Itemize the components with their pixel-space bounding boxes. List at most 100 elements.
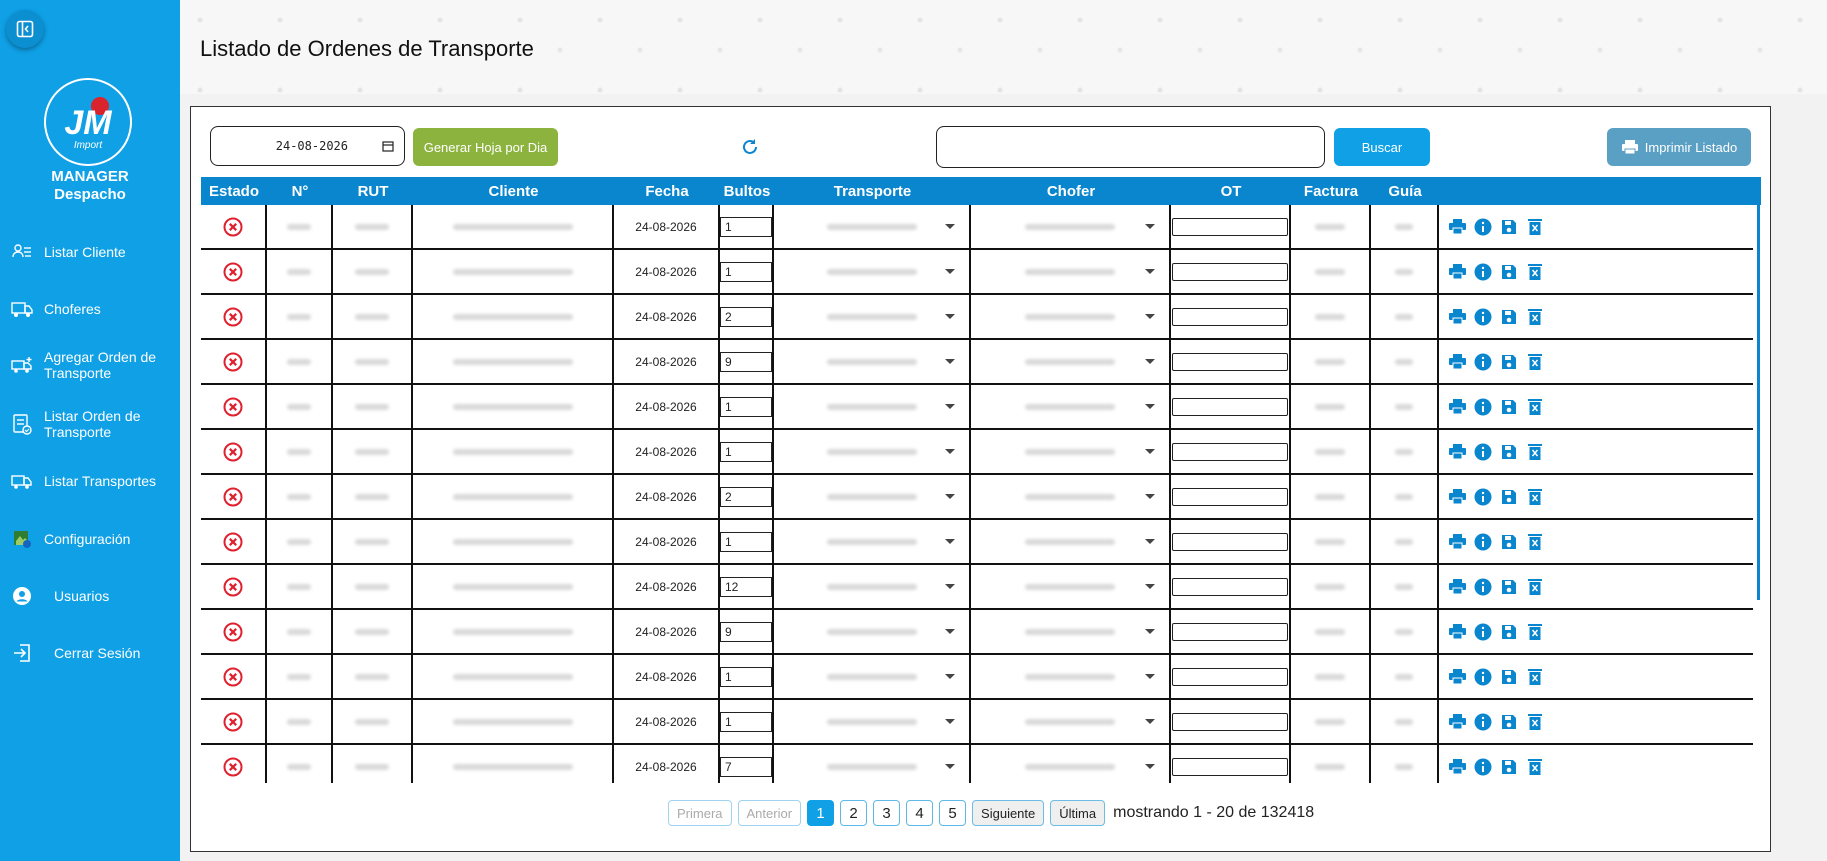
save-icon[interactable] (1500, 667, 1519, 686)
print-row-icon[interactable] (1448, 532, 1467, 551)
bultos-input[interactable]: 2 (720, 306, 772, 327)
bultos-input[interactable]: 12 (720, 576, 772, 597)
status-error-icon[interactable] (223, 712, 243, 732)
delete-icon[interactable] (1526, 667, 1545, 686)
transporte-select[interactable] (774, 430, 971, 473)
transporte-select[interactable] (774, 250, 971, 293)
print-row-icon[interactable] (1448, 487, 1467, 506)
delete-icon[interactable] (1526, 352, 1545, 371)
status-error-icon[interactable] (223, 622, 243, 642)
sidebar-item-listar-orden[interactable]: Listar Orden de Transporte (0, 402, 180, 446)
status-error-icon[interactable] (223, 307, 243, 327)
delete-icon[interactable] (1526, 487, 1545, 506)
ot-input[interactable] (1172, 667, 1288, 686)
bultos-input[interactable]: 1 (720, 396, 772, 417)
search-button[interactable]: Buscar (1334, 128, 1430, 166)
transporte-select[interactable] (774, 565, 971, 608)
print-row-icon[interactable] (1448, 577, 1467, 596)
info-icon[interactable] (1474, 532, 1493, 551)
transporte-select[interactable] (774, 610, 971, 653)
generate-day-sheet-button[interactable]: Generar Hoja por Dia (413, 128, 558, 166)
sidebar-item-listar-cliente[interactable]: Listar Cliente (0, 230, 180, 274)
ot-input[interactable] (1172, 352, 1288, 371)
transporte-select[interactable] (774, 655, 971, 698)
bultos-input[interactable]: 2 (720, 486, 772, 507)
bultos-input[interactable]: 7 (720, 756, 772, 777)
bultos-input[interactable]: 1 (720, 261, 772, 282)
save-icon[interactable] (1500, 532, 1519, 551)
chofer-select[interactable] (971, 205, 1171, 248)
page-button-4[interactable]: 4 (906, 800, 934, 826)
delete-icon[interactable] (1526, 712, 1545, 731)
info-icon[interactable] (1474, 487, 1493, 506)
first-page-button[interactable]: Primera (668, 800, 732, 826)
sidebar-toggle-button[interactable] (6, 10, 44, 48)
delete-icon[interactable] (1526, 532, 1545, 551)
chofer-select[interactable] (971, 430, 1171, 473)
bultos-input[interactable]: 1 (720, 441, 772, 462)
print-row-icon[interactable] (1448, 667, 1467, 686)
page-button-5[interactable]: 5 (939, 800, 967, 826)
save-icon[interactable] (1500, 442, 1519, 461)
info-icon[interactable] (1474, 577, 1493, 596)
ot-input[interactable] (1172, 532, 1288, 551)
status-error-icon[interactable] (223, 442, 243, 462)
transporte-select[interactable] (774, 340, 971, 383)
print-row-icon[interactable] (1448, 262, 1467, 281)
info-icon[interactable] (1474, 262, 1493, 281)
table-scrollbar[interactable] (1757, 205, 1760, 600)
save-icon[interactable] (1500, 352, 1519, 371)
status-error-icon[interactable] (223, 262, 243, 282)
chofer-select[interactable] (971, 475, 1171, 518)
ot-input[interactable] (1172, 262, 1288, 281)
chofer-select[interactable] (971, 385, 1171, 428)
print-row-icon[interactable] (1448, 307, 1467, 326)
delete-icon[interactable] (1526, 757, 1545, 776)
status-error-icon[interactable] (223, 487, 243, 507)
save-icon[interactable] (1500, 577, 1519, 596)
status-error-icon[interactable] (223, 397, 243, 417)
print-row-icon[interactable] (1448, 442, 1467, 461)
print-row-icon[interactable] (1448, 757, 1467, 776)
sidebar-item-usuarios[interactable]: Usuarios (0, 574, 180, 618)
sidebar-item-listar-transportes[interactable]: Listar Transportes (0, 459, 180, 503)
info-icon[interactable] (1474, 712, 1493, 731)
bultos-input[interactable]: 1 (720, 666, 772, 687)
chofer-select[interactable] (971, 340, 1171, 383)
search-input[interactable] (936, 126, 1325, 168)
ot-input[interactable] (1172, 397, 1288, 416)
chofer-select[interactable] (971, 295, 1171, 338)
save-icon[interactable] (1500, 217, 1519, 236)
delete-icon[interactable] (1526, 262, 1545, 281)
last-page-button[interactable]: Última (1050, 800, 1106, 826)
ot-input[interactable] (1172, 622, 1288, 641)
page-button-2[interactable]: 2 (840, 800, 868, 826)
info-icon[interactable] (1474, 397, 1493, 416)
bultos-input[interactable]: 1 (720, 216, 772, 237)
info-icon[interactable] (1474, 757, 1493, 776)
sidebar-item-agregar-orden[interactable]: Agregar Orden de Transporte (0, 343, 180, 387)
delete-icon[interactable] (1526, 397, 1545, 416)
transporte-select[interactable] (774, 700, 971, 743)
prev-page-button[interactable]: Anterior (737, 800, 802, 826)
print-list-button[interactable]: Imprimir Listado (1607, 128, 1751, 166)
chofer-select[interactable] (971, 520, 1171, 563)
save-icon[interactable] (1500, 262, 1519, 281)
print-row-icon[interactable] (1448, 217, 1467, 236)
transporte-select[interactable] (774, 295, 971, 338)
status-error-icon[interactable] (223, 217, 243, 237)
delete-icon[interactable] (1526, 307, 1545, 326)
page-button-1[interactable]: 1 (807, 800, 835, 826)
sidebar-item-choferes[interactable]: Choferes (0, 287, 180, 331)
info-icon[interactable] (1474, 622, 1493, 641)
print-row-icon[interactable] (1448, 712, 1467, 731)
date-filter-input[interactable]: 24-08-2026 (210, 126, 405, 166)
print-row-icon[interactable] (1448, 622, 1467, 641)
print-row-icon[interactable] (1448, 397, 1467, 416)
save-icon[interactable] (1500, 757, 1519, 776)
status-error-icon[interactable] (223, 532, 243, 552)
status-error-icon[interactable] (223, 577, 243, 597)
bultos-input[interactable]: 9 (720, 351, 772, 372)
save-icon[interactable] (1500, 487, 1519, 506)
chofer-select[interactable] (971, 610, 1171, 653)
